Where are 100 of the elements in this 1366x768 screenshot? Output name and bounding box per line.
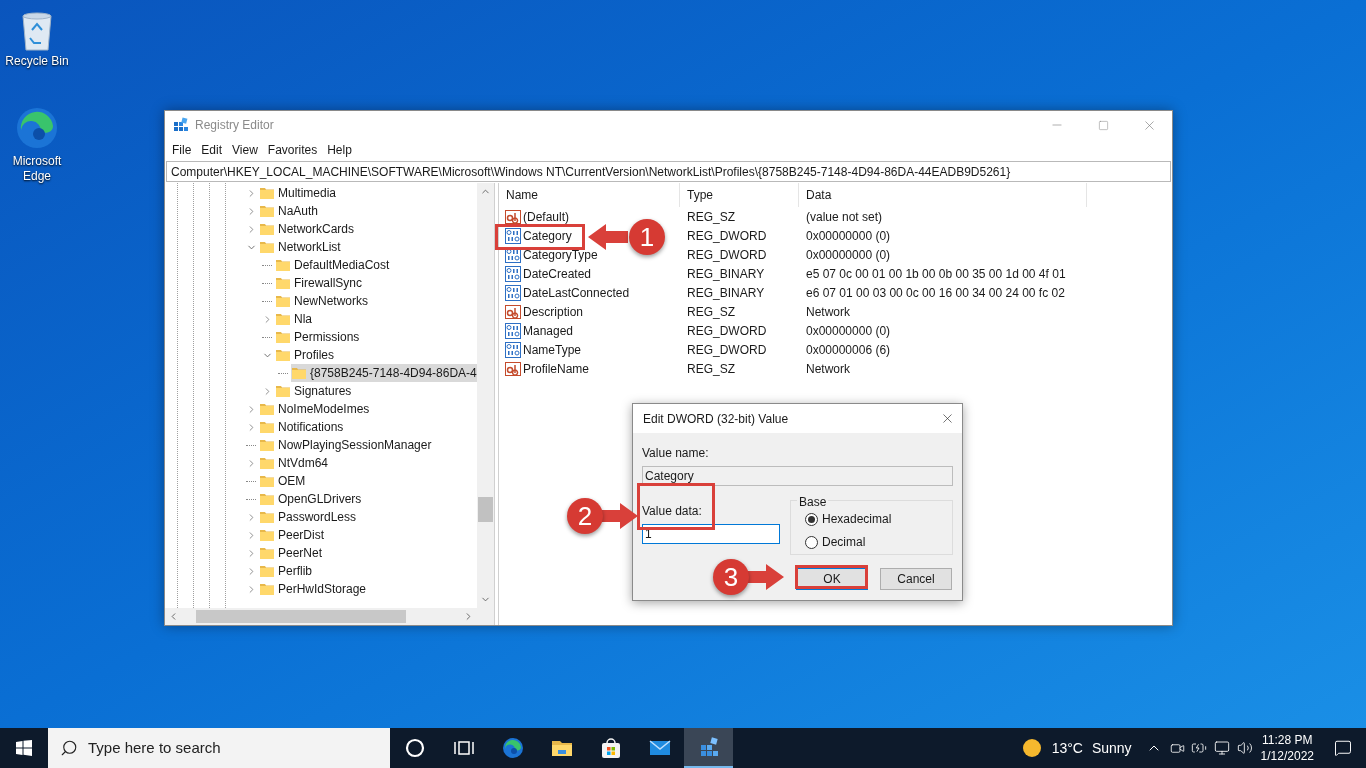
battery-icon[interactable]: [1190, 740, 1207, 756]
column-header[interactable]: Data: [799, 183, 1087, 207]
tree-item[interactable]: NetworkList: [259, 238, 342, 256]
value-data: 0x00000000 (0): [805, 322, 892, 340]
column-header[interactable]: Type: [680, 183, 799, 207]
clock-time[interactable]: 11:28 PM: [1262, 732, 1313, 748]
value-name-field[interactable]: Category: [642, 466, 953, 486]
folder-icon: [259, 455, 275, 471]
tree-item[interactable]: Perflib: [259, 562, 313, 580]
folder-icon: [291, 365, 307, 381]
tree-item[interactable]: NtVdm64: [259, 454, 330, 472]
tree-item[interactable]: Signatures: [275, 382, 353, 400]
folder-icon: [275, 311, 291, 327]
tree-item[interactable]: NowPlayingSessionManager: [259, 436, 433, 454]
radio-button[interactable]: [805, 512, 818, 526]
tree-item[interactable]: NaAuth: [259, 202, 320, 220]
edge-icon: [500, 736, 525, 760]
scrollbar-thumb[interactable]: [478, 497, 493, 522]
tree-item[interactable]: NewNetworks: [275, 292, 369, 310]
volume-icon[interactable]: [1236, 740, 1253, 756]
value-name[interactable]: (Default): [523, 207, 569, 226]
value-type: REG_DWORD: [686, 341, 768, 359]
dialog-button[interactable]: Cancel: [880, 568, 952, 590]
folder-icon: [259, 185, 275, 201]
desktop-shortcut[interactable]: Microsoft Edge: [2, 104, 72, 184]
value-name[interactable]: ProfileName: [523, 359, 590, 378]
address-bar[interactable]: Computer\HKEY_LOCAL_MACHINE\SOFTWARE\Microsoft\Windows NT\CurrentVersion\NetworkList\Profiles\{8758B245-7148-4D94-86DA-44EADB9D5261}: [166, 161, 1171, 182]
tree-item[interactable]: FirewallSync: [275, 274, 363, 292]
tree-item[interactable]: PerHwIdStorage: [259, 580, 368, 598]
value-data: Network: [805, 303, 851, 321]
string-value-icon: [505, 303, 521, 320]
tree-item[interactable]: PeerDist: [259, 526, 325, 544]
weather-condition[interactable]: Sunny: [1091, 737, 1132, 759]
dialog-title: Edit DWORD (32-bit) Value: [643, 410, 789, 428]
tree-item[interactable]: NetworkCards: [259, 220, 356, 238]
search-icon: [60, 739, 78, 757]
value-type: REG_SZ: [686, 208, 736, 226]
tree-item[interactable]: DefaultMediaCost: [275, 256, 391, 274]
tree-item[interactable]: Multimedia: [259, 184, 338, 202]
field-label: Value name:: [642, 445, 710, 462]
string-value-icon: [505, 360, 521, 377]
value-type: REG_SZ: [686, 303, 736, 321]
folder-icon: [259, 221, 275, 237]
value-name[interactable]: NameType: [523, 340, 582, 359]
value-type: REG_BINARY: [686, 265, 766, 283]
folder-icon: [259, 401, 275, 417]
folder-icon: [259, 563, 275, 579]
menu-item[interactable]: View: [227, 141, 263, 159]
annotation-arrow: [586, 223, 630, 251]
radio-label[interactable]: Hexadecimal: [822, 510, 892, 528]
menu-item[interactable]: Help: [322, 141, 357, 159]
value-data: Network: [805, 360, 851, 378]
folder-icon: [259, 203, 275, 219]
menu-item[interactable]: File: [167, 141, 197, 159]
folder-icon: [275, 329, 291, 345]
tree-item[interactable]: Profiles: [275, 346, 335, 364]
tree-item[interactable]: PasswordLess: [259, 508, 358, 526]
radio-button[interactable]: [805, 535, 818, 549]
scrollbar-thumb[interactable]: [196, 610, 406, 623]
folder-icon: [259, 491, 275, 507]
folder-icon: [259, 545, 275, 561]
value-type: REG_DWORD: [686, 246, 768, 264]
menu-item[interactable]: Edit: [196, 141, 228, 159]
menu-item[interactable]: Favorites: [262, 141, 323, 159]
radio-label[interactable]: Decimal: [822, 533, 866, 551]
vertical-scrollbar[interactable]: [477, 183, 494, 608]
string-value-icon: [505, 208, 521, 225]
column-header[interactable]: Name: [499, 183, 680, 207]
notifications-icon[interactable]: [1334, 739, 1352, 757]
value-data: 0x00000006 (6): [805, 341, 892, 359]
tree-item[interactable]: NoImeModeImes: [259, 400, 371, 418]
tree-item[interactable]: Notifications: [259, 418, 345, 436]
folder-icon: [259, 437, 275, 453]
desktop-shortcut[interactable]: Recycle Bin: [2, 8, 72, 69]
network-icon[interactable]: [1213, 740, 1230, 756]
search-field[interactable]: Type here to search: [48, 728, 390, 768]
temperature[interactable]: 13°C: [1051, 737, 1083, 759]
value-name[interactable]: Description: [523, 302, 584, 321]
value-data: e5 07 0c 00 01 00 1b 00 0b 00 35 00 1d 00 4f 01: [805, 265, 1067, 283]
tree-item[interactable]: PeerNet: [259, 544, 324, 562]
folder-icon: [259, 419, 275, 435]
tree-item[interactable]: OpenGLDrivers: [259, 490, 363, 508]
value-name[interactable]: DateCreated: [523, 264, 592, 283]
value-type: REG_BINARY: [686, 284, 766, 302]
value-name[interactable]: DateLastConnected: [523, 283, 630, 302]
value-type: REG_DWORD: [686, 227, 768, 245]
tree-item[interactable]: {8758B245-7148-4D94-86DA-4: [291, 364, 477, 382]
folder-icon: [259, 527, 275, 543]
clock-date[interactable]: 1/12/2022: [1260, 748, 1314, 764]
value-data: (value not set): [805, 208, 884, 226]
folder-icon: [275, 293, 291, 309]
value-name[interactable]: CategoryType: [523, 245, 598, 264]
value-name[interactable]: Managed: [523, 321, 574, 340]
sun-icon: [1021, 738, 1042, 758]
value-data: e6 07 01 00 03 00 0c 00 16 00 34 00 24 00 fc 02: [805, 284, 1066, 302]
tree-item[interactable]: Permissions: [275, 328, 361, 346]
value-name[interactable]: Category: [523, 226, 572, 245]
tree-item[interactable]: OEM: [259, 472, 307, 490]
horizontal-scrollbar[interactable]: [165, 608, 494, 625]
tree-item[interactable]: Nla: [275, 310, 313, 328]
